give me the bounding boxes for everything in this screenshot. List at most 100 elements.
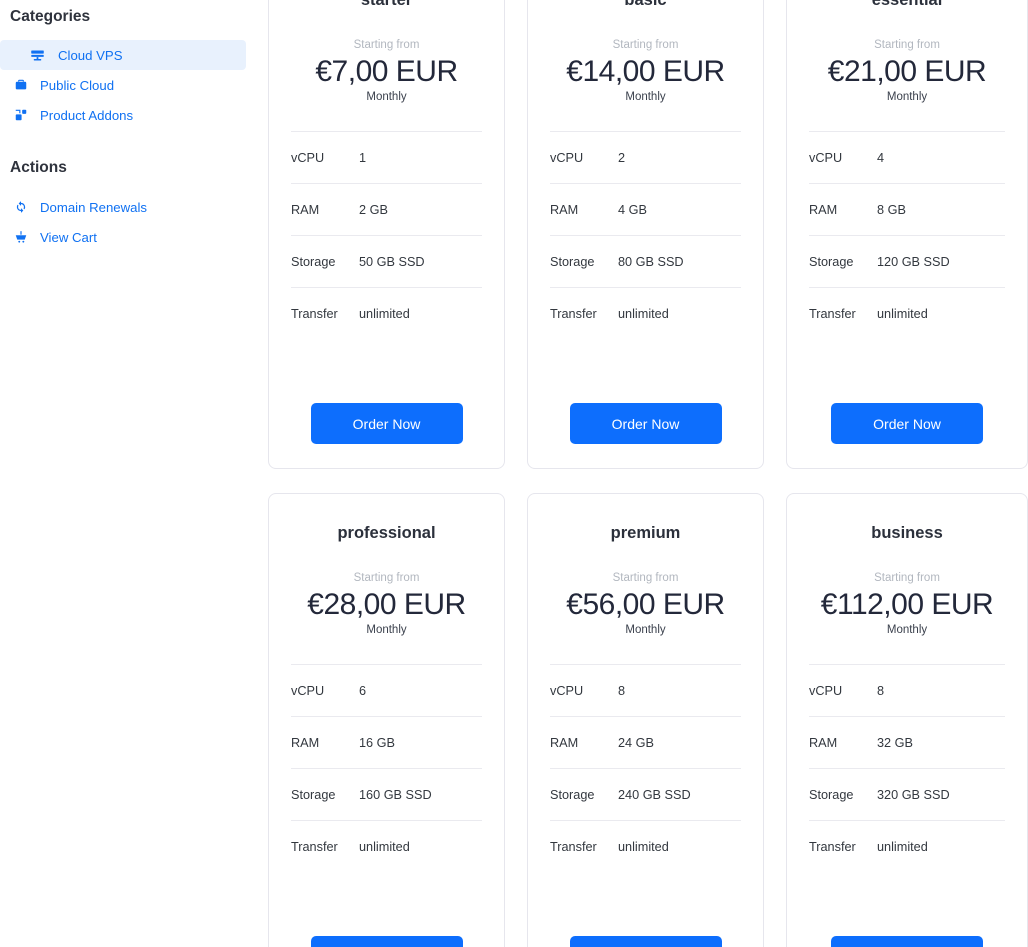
order-now-button[interactable]: Order Now [569,936,722,947]
spec-label: RAM [809,735,838,750]
card-footer: Order Now [787,936,1027,947]
card-footer: Order Now [269,936,504,947]
product-price: €28,00 EUR [307,587,466,621]
order-now-button[interactable]: Order Now [569,403,722,444]
autorenew-icon [10,200,32,214]
spec-row: Storage 160 GB SSD [291,769,482,822]
price-block: Starting from €56,00 EUR Monthly [528,572,763,638]
spec-label: vCPU [291,150,325,165]
spec-value: 24 GB [618,735,654,750]
spec-label: RAM [291,202,320,217]
spec-row: vCPU 1 [291,132,482,185]
spec-value: 160 GB SSD [359,787,432,802]
spec-table: vCPU 8 RAM 24 GB Storage 240 GB SSD Tran… [550,664,741,873]
spec-label: vCPU [550,683,584,698]
product-name: premium [610,524,681,542]
spec-label: RAM [291,735,320,750]
product-price: €21,00 EUR [827,54,987,88]
spec-row: vCPU 8 [550,665,741,718]
spec-label: Storage [550,787,595,802]
spec-row: vCPU 6 [291,665,482,718]
spec-label: Storage [809,254,854,269]
billing-cycle-label: Monthly [366,624,407,637]
spec-value: 32 GB [877,735,913,750]
spec-row: vCPU 2 [550,132,741,185]
spec-value: unlimited [359,840,410,855]
order-now-button[interactable]: Order Now [831,936,983,947]
sidebar-item-cloud-vps[interactable]: Cloud VPS [0,40,246,70]
spec-label: vCPU [809,150,843,165]
product-name: starter [360,0,413,9]
card-footer: Order Now [269,403,504,468]
spec-value: 2 [618,150,626,165]
billing-cycle-label: Monthly [625,91,666,104]
price-block: Starting from €7,00 EUR Monthly [269,39,504,105]
spec-value: unlimited [359,307,410,322]
product-name: basic [624,0,667,9]
spec-row: RAM 16 GB [291,717,482,770]
sidebar-item-label: Product Addons [40,107,134,123]
spec-row: vCPU 4 [809,132,1005,185]
sidebar-item-domain-renewals[interactable]: Domain Renewals [0,192,246,222]
product-card: professional Starting from €28,00 EUR Mo… [268,493,505,947]
spec-label: Storage [291,787,336,802]
sidebar-categories-heading: Categories [10,8,91,25]
product-price: €14,00 EUR [566,54,725,88]
price-block: Starting from €112,00 EUR Monthly [787,572,1027,638]
spec-label: Transfer [550,307,597,322]
sidebar-item-public-cloud[interactable]: Public Cloud [0,70,246,100]
spec-value: 320 GB SSD [877,787,950,802]
spec-value: unlimited [877,307,928,322]
spec-table: vCPU 1 RAM 2 GB Storage 50 GB SSD Transf… [291,131,482,340]
spec-row: Transfer unlimited [550,288,741,340]
order-now-button[interactable]: Order Now [831,403,983,444]
spec-value: 1 [359,150,367,165]
spec-label: vCPU [291,683,325,698]
sidebar-item-label: Public Cloud [40,77,115,93]
spec-value: 8 [877,683,885,698]
spec-label: Storage [550,254,595,269]
billing-cycle-label: Monthly [886,624,928,637]
spec-label: RAM [809,202,838,217]
price-block: Starting from €21,00 EUR Monthly [787,39,1027,105]
starting-from-label: Starting from [353,571,420,584]
spec-value: 120 GB SSD [877,254,950,269]
sidebar-actions-list: Domain Renewals View Cart [0,192,260,252]
product-price: €56,00 EUR [566,587,725,621]
briefcase-icon [10,78,32,92]
spec-row: RAM 8 GB [809,184,1005,237]
spec-row: Storage 50 GB SSD [291,236,482,289]
spec-value: unlimited [618,840,669,855]
billing-cycle-label: Monthly [886,91,928,104]
card-footer: Order Now [787,403,1027,468]
spec-value: 8 [618,683,626,698]
product-name: essential [871,0,943,9]
dns-server-icon [26,48,48,63]
sidebar: Categories Cloud VPS Public Cloud Produc… [0,0,260,947]
spec-row: vCPU 8 [809,665,1005,718]
starting-from-label: Starting from [612,571,679,584]
spec-label: Storage [809,787,854,802]
sidebar-item-product-addons[interactable]: Product Addons [0,100,246,130]
spec-row: Storage 320 GB SSD [809,769,1005,822]
sidebar-item-label: Domain Renewals [40,199,148,215]
spec-table: vCPU 2 RAM 4 GB Storage 80 GB SSD Transf… [550,131,741,340]
sidebar-categories-list: Cloud VPS Public Cloud Product Addons [0,40,260,130]
spec-row: Storage 80 GB SSD [550,236,741,289]
spec-label: vCPU [550,150,584,165]
spec-row: Transfer unlimited [809,288,1005,340]
order-now-button[interactable]: Order Now [310,403,463,444]
billing-cycle-label: Monthly [625,624,666,637]
spec-table: vCPU 8 RAM 32 GB Storage 320 GB SSD Tran… [809,664,1005,873]
order-now-button[interactable]: Order Now [310,936,463,947]
spec-row: Transfer unlimited [291,821,482,873]
sidebar-item-view-cart[interactable]: View Cart [0,222,246,252]
spec-value: 4 GB [618,202,647,217]
sidebar-actions-heading: Actions [10,159,67,176]
product-card: starter Starting from €7,00 EUR Monthly … [268,0,505,469]
starting-from-label: Starting from [874,38,940,51]
starting-from-label: Starting from [612,38,679,51]
spec-label: vCPU [809,683,843,698]
spec-value: 80 GB SSD [618,254,684,269]
spec-value: 240 GB SSD [618,787,691,802]
